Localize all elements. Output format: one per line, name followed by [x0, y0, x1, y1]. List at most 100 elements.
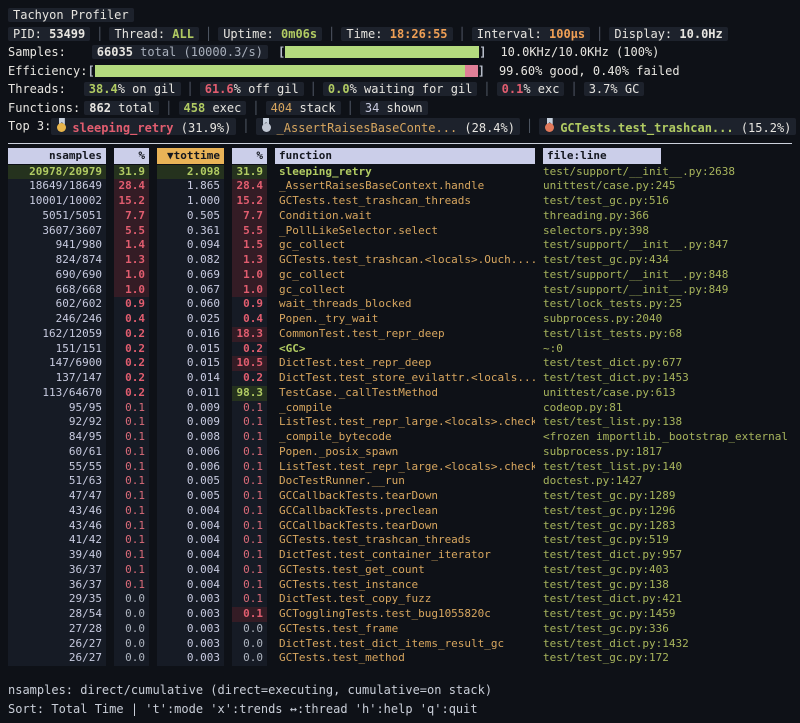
cell-tottime: 0.094	[157, 238, 224, 253]
cell-function: <GC>	[275, 342, 535, 357]
cell-function: _AssertRaisesBaseContext.handle	[275, 179, 535, 194]
cell-function: _compile	[275, 401, 535, 416]
cell-file-line: test/test_dict.py:421	[543, 592, 792, 607]
cell-pct-direct: 0.1	[114, 578, 149, 593]
samples-label: Samples:	[8, 45, 66, 59]
samples-bar-open: [	[278, 45, 285, 59]
cell-file-line: <frozen importlib._bootstrap_external	[543, 430, 792, 445]
cell-function: DictTest.test_container_iterator	[275, 548, 535, 563]
cell-function: ListTest.test_repr_large.<locals>.check	[275, 415, 535, 430]
cell-function: Popen._posix_spawn	[275, 445, 535, 460]
cell-function: DictTest.test_store_evilattr.<locals...	[275, 371, 535, 386]
column-header-tottime-sorted[interactable]: ▼tottime	[157, 148, 224, 164]
segment-divider: │	[304, 82, 323, 96]
cell-tottime: 0.016	[157, 327, 224, 342]
cell-tottime: 0.004	[157, 533, 224, 548]
footer: nsamples: direct/cumulative (direct=exec…	[8, 680, 792, 718]
info-segment: Time: 18:26:55	[341, 27, 452, 41]
cell-pct-cumulative: 0.2	[232, 371, 267, 386]
cell-function: DictTest.test_repr_deep	[275, 356, 535, 371]
stat-segment: 0.1% exc	[497, 82, 565, 96]
table-body: 20978/2097931.92.09831.9sleeping_retryte…	[8, 165, 792, 667]
info-segment: Uptime: 0m06s	[218, 27, 322, 41]
cell-nsamples: 26/27	[8, 651, 106, 666]
cell-file-line: test/test_list.py:140	[543, 460, 792, 475]
cell-nsamples: 36/37	[8, 578, 106, 593]
cell-pct-cumulative: 0.1	[232, 415, 267, 430]
cell-nsamples: 5051/5051	[8, 209, 106, 224]
samples-bar-close: ]	[479, 45, 486, 59]
cell-pct-direct: 0.1	[114, 533, 149, 548]
cell-nsamples: 162/12059	[8, 327, 106, 342]
segment-divider: │	[246, 101, 265, 115]
separator-line	[8, 143, 792, 144]
cell-tottime: 0.004	[157, 504, 224, 519]
cell-nsamples: 26/27	[8, 637, 106, 652]
cell-pct-direct: 0.1	[114, 474, 149, 489]
cell-tottime: 0.015	[157, 356, 224, 371]
cell-pct-cumulative: 0.1	[232, 592, 267, 607]
cell-nsamples: 60/61	[8, 445, 106, 460]
cell-function: TestCase._callTestMethod	[275, 386, 535, 401]
top3-entry[interactable]: GCTests.test_trashcan... (15.2%)	[539, 118, 796, 135]
cell-tottime: 1.865	[157, 179, 224, 194]
cell-file-line: test/list_tests.py:68	[543, 327, 792, 342]
cell-pct-direct: 0.1	[114, 430, 149, 445]
table-header: nsamples % ▼tottime % function file:line	[8, 148, 792, 164]
cell-nsamples: 824/874	[8, 253, 106, 268]
segment-divider: │	[322, 27, 341, 41]
top3-entry[interactable]: sleeping_retry (31.9%)	[51, 118, 236, 135]
samples-count: 66035 total (10000.3/s)	[92, 45, 268, 59]
silver-medal-icon	[262, 118, 271, 132]
cell-function: _compile_bytecode	[275, 430, 535, 445]
cell-file-line: test/test_gc.py:1296	[543, 504, 792, 519]
cell-tottime: 0.009	[157, 401, 224, 416]
cell-pct-cumulative: 0.4	[232, 312, 267, 327]
cell-tottime: 0.006	[157, 460, 224, 475]
cell-tottime: 0.069	[157, 268, 224, 283]
cell-nsamples: 43/46	[8, 519, 106, 534]
efficiency-line: Efficiency: [ ] 99.60% good, 0.40% faile…	[8, 62, 792, 81]
column-header-pct1[interactable]: %	[114, 148, 149, 164]
cell-nsamples: 55/55	[8, 460, 106, 475]
cell-tottime: 0.004	[157, 548, 224, 563]
cell-nsamples: 28/54	[8, 607, 106, 622]
segment-divider: │	[159, 101, 178, 115]
cell-tottime: 0.003	[157, 622, 224, 637]
cell-tottime: 0.005	[157, 474, 224, 489]
cell-pct-cumulative: 15.2	[232, 194, 267, 209]
cell-pct-cumulative: 5.5	[232, 224, 267, 239]
top3-entry[interactable]: _AssertRaisesBaseConte... (28.4%)	[256, 118, 520, 135]
cell-nsamples: 51/63	[8, 474, 106, 489]
column-header-nsamples[interactable]: nsamples	[8, 148, 106, 164]
column-header-file-line[interactable]: file:line	[543, 148, 661, 164]
cell-pct-cumulative: 0.1	[232, 460, 267, 475]
cell-pct-cumulative: 0.1	[232, 401, 267, 416]
cell-pct-direct: 0.2	[114, 356, 149, 371]
efficiency-label: Efficiency:	[8, 64, 87, 78]
cell-tottime: 0.067	[157, 283, 224, 298]
cell-pct-direct: 31.9	[114, 165, 149, 180]
cell-file-line: subprocess.py:2040	[543, 312, 792, 327]
cell-function: DictTest.test_dict_items_result_gc	[275, 637, 535, 652]
cell-nsamples: 151/151	[8, 342, 106, 357]
cell-tottime: 0.009	[157, 415, 224, 430]
stat-segment: 404 stack	[266, 101, 341, 115]
cell-pct-direct: 1.4	[114, 238, 149, 253]
cell-tottime: 0.003	[157, 637, 224, 652]
cell-function: ListTest.test_repr_large.<locals>.check	[275, 460, 535, 475]
cell-pct-direct: 5.5	[114, 224, 149, 239]
cell-file-line: test/test_gc.py:434	[543, 253, 792, 268]
column-header-pct2[interactable]: %	[232, 148, 267, 164]
segment-divider: │	[477, 82, 496, 96]
cell-pct-cumulative: 0.1	[232, 445, 267, 460]
cell-pct-direct: 0.4	[114, 312, 149, 327]
cell-function: gc_collect	[275, 283, 535, 298]
cell-pct-cumulative: 0.0	[232, 622, 267, 637]
cell-nsamples: 43/46	[8, 504, 106, 519]
cell-function: GCCallbackTests.tearDown	[275, 519, 535, 534]
cell-file-line: codeop.py:81	[543, 401, 792, 416]
cell-function: DocTestRunner.__run	[275, 474, 535, 489]
cell-file-line: unittest/case.py:245	[543, 179, 792, 194]
column-header-function[interactable]: function	[275, 148, 535, 164]
